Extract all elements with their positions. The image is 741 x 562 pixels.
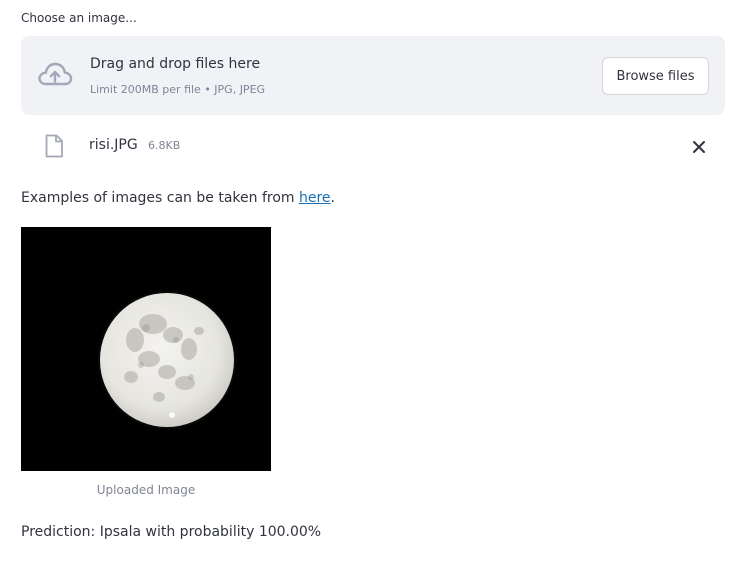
close-icon[interactable]	[687, 135, 711, 159]
image-caption: Uploaded Image	[96, 483, 196, 497]
uploaded-file-size: 6.8KB	[148, 139, 181, 152]
streamlit-page: Choose an image... Drag and drop files h…	[0, 0, 741, 562]
examples-prefix: Examples of images can be taken from	[21, 190, 299, 206]
prediction-text: Prediction: Ipsala with probability 100.…	[21, 524, 322, 540]
dropzone-title: Drag and drop files here	[90, 56, 261, 72]
file-icon	[45, 134, 63, 158]
cloud-upload-icon	[38, 62, 73, 86]
dropzone-limit-text: Limit 200MB per file • JPG, JPEG	[90, 83, 266, 96]
browse-files-button[interactable]: Browse files	[602, 57, 709, 95]
uploaded-image	[21, 227, 271, 471]
examples-link[interactable]: here	[299, 190, 331, 206]
examples-paragraph: Examples of images can be taken from her…	[21, 190, 335, 206]
file-dropzone[interactable]: Drag and drop files here Limit 200MB per…	[21, 36, 725, 115]
uploaded-file-row: risi.JPG 6.8KB	[21, 126, 725, 166]
examples-suffix: .	[330, 190, 335, 206]
uploader-label: Choose an image...	[21, 11, 137, 25]
uploaded-file-name: risi.JPG	[89, 137, 138, 153]
